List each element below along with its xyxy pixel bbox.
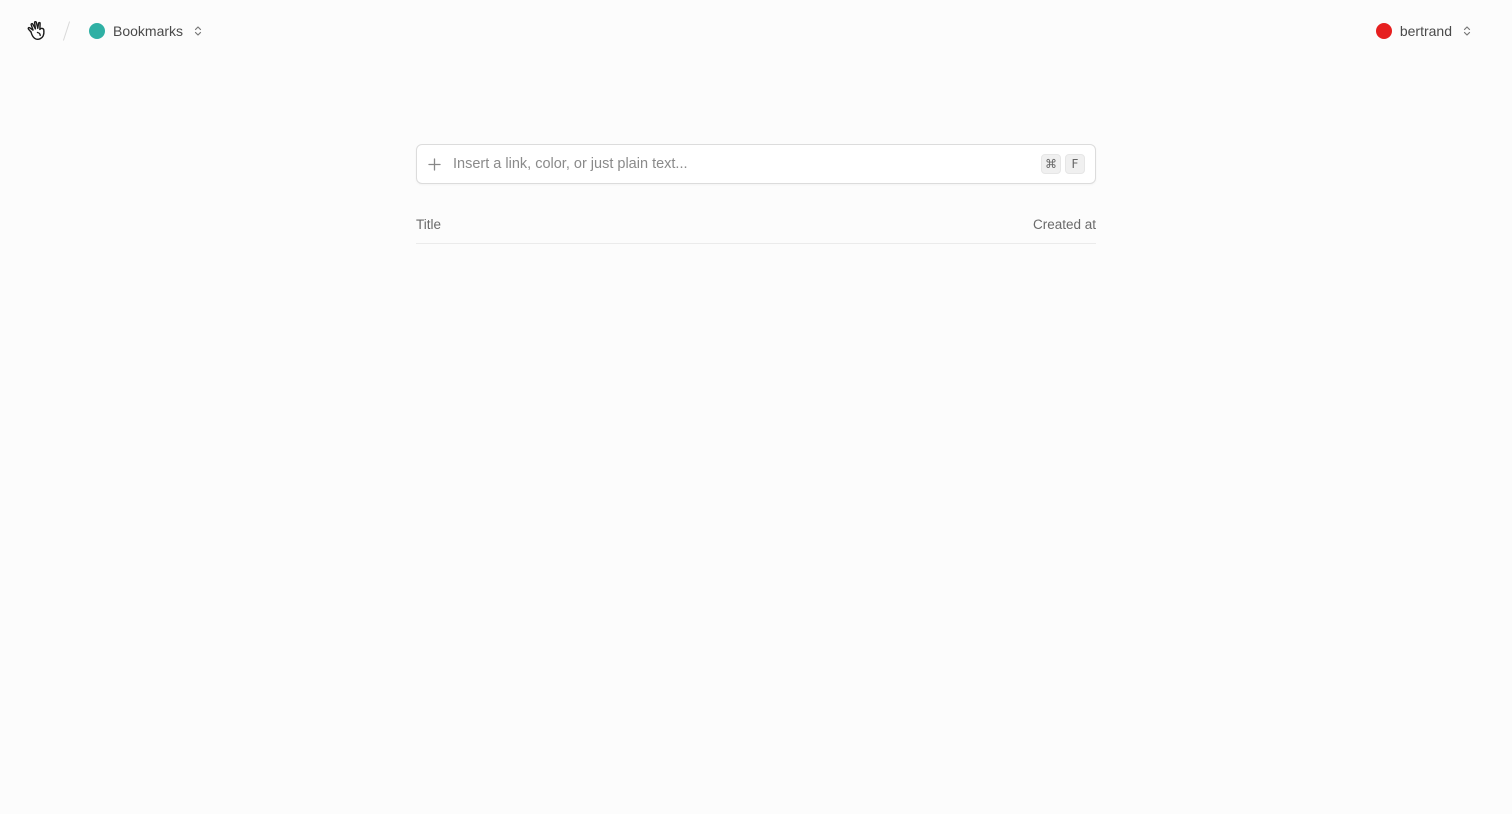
main-content: ⌘ F Title Created at <box>416 144 1096 244</box>
chevron-up-down-icon <box>1462 24 1472 38</box>
plus-icon <box>427 157 441 171</box>
hand-logo-icon[interactable] <box>24 18 50 44</box>
shortcut-key-f: F <box>1065 154 1085 174</box>
user-avatar-dot <box>1375 23 1392 39</box>
composer-input[interactable] <box>453 156 1037 172</box>
user-name: bertrand <box>1399 23 1452 39</box>
collection-name: Bookmarks <box>113 23 184 39</box>
shortcut-key-command: ⌘ <box>1041 154 1061 174</box>
collection-color-dot <box>89 23 105 39</box>
user-switcher[interactable]: bertrand <box>1372 16 1478 46</box>
top-bar: Bookmarks bertrand <box>0 0 1512 62</box>
table-header: Title Created at <box>416 206 1096 244</box>
breadcrumb-separator <box>62 21 71 41</box>
composer[interactable]: ⌘ F <box>416 144 1096 184</box>
collection-switcher[interactable]: Bookmarks <box>85 16 209 46</box>
column-created-at[interactable]: Created at <box>1033 217 1096 232</box>
column-title[interactable]: Title <box>416 217 441 232</box>
chevron-up-down-icon <box>193 24 203 38</box>
